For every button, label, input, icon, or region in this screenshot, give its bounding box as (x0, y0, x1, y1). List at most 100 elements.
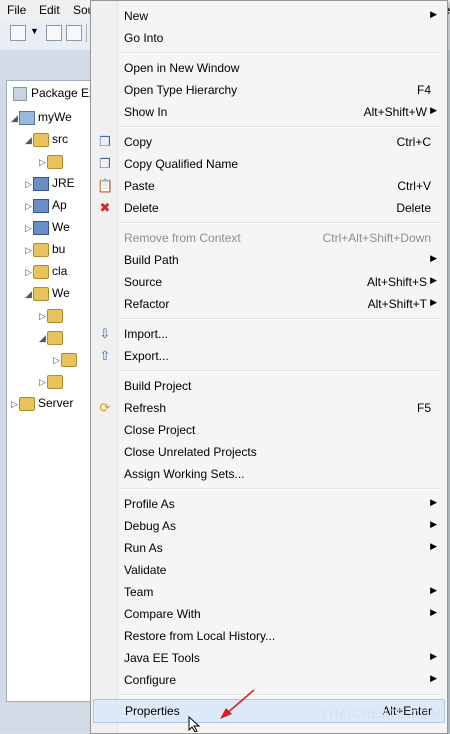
collapsed-arrow-icon[interactable]: ▷ (39, 372, 47, 392)
menu-item-validate[interactable]: Validate (93, 559, 443, 581)
menubar-item-edit[interactable]: Edit (39, 3, 60, 17)
menu-item-shortcut: Alt+Shift+W (363, 105, 427, 119)
menu-item-label: Assign Working Sets... (124, 467, 245, 481)
menu-item-copy-qualified-name[interactable]: ❐ Copy Qualified Name (93, 153, 443, 175)
copy-qualified-icon: ❐ (99, 156, 111, 171)
collapsed-arrow-icon[interactable]: ▷ (25, 218, 33, 238)
menu-item-label: Configure (124, 673, 177, 687)
menu-item-open-in-new-window[interactable]: Open in New Window (93, 57, 443, 79)
menu-item-label: Paste (124, 179, 155, 193)
tree-item-label: We (52, 286, 70, 300)
collapsed-arrow-icon[interactable]: ▷ (39, 306, 47, 326)
tree-item[interactable]: ▷ Ap (25, 195, 67, 215)
menu-separator (120, 370, 441, 372)
red-annotation-arrow-icon (220, 689, 255, 719)
expanded-arrow-icon[interactable]: ◢ (11, 108, 19, 128)
tree-item[interactable]: ▷ (39, 151, 66, 171)
menu-item-open-type-hierarchy[interactable]: Open Type Hierarchy F4 (93, 79, 443, 101)
expanded-arrow-icon[interactable]: ◢ (25, 130, 33, 150)
menu-item-label: Open Type Hierarchy (124, 83, 238, 97)
submenu-arrow-icon: ▶ (430, 607, 437, 617)
tree-item[interactable]: ▷ (39, 371, 66, 391)
menu-separator (120, 694, 441, 696)
expanded-arrow-icon[interactable]: ◢ (25, 284, 33, 304)
menu-item-close-project[interactable]: Close Project (93, 419, 443, 441)
tree-item-label: Server (38, 396, 74, 410)
menu-item-shortcut: Ctrl+Alt+Shift+Down (322, 231, 431, 245)
save-icon[interactable] (46, 25, 62, 41)
menu-item-remove-from-context: Remove from Context Ctrl+Alt+Shift+Down (93, 227, 443, 249)
package-explorer-tab-label: Package Ex (31, 86, 96, 100)
tree-item-label: We (52, 220, 70, 234)
menu-item-shortcut: F5 (416, 401, 431, 415)
project-icon (19, 110, 35, 125)
tree-item[interactable]: ▷ JRE (25, 173, 75, 193)
refresh-icon: ⟳ (99, 400, 111, 415)
menu-item-label: Refresh (124, 401, 167, 415)
menu-item-close-unrelated-projects[interactable]: Close Unrelated Projects (93, 441, 443, 463)
collapsed-arrow-icon[interactable]: ▷ (39, 152, 47, 172)
menu-item-go-into[interactable]: Go Into (93, 27, 443, 49)
menu-item-new[interactable]: New ▶ (93, 5, 443, 27)
menu-item-team[interactable]: Team ▶ (93, 581, 443, 603)
collapsed-arrow-icon[interactable]: ▷ (11, 394, 19, 414)
menu-item-run-as[interactable]: Run As ▶ (93, 537, 443, 559)
menu-item-label: Go Into (124, 31, 164, 45)
folder-icon (47, 308, 63, 323)
tree-item[interactable]: ▷ cla (25, 261, 67, 281)
menu-item-java-ee-tools[interactable]: Java EE Tools ▶ (93, 647, 443, 669)
tree-item[interactable]: ▷ bu (25, 239, 65, 259)
file-icon (61, 352, 77, 367)
menu-item-label: Close Unrelated Projects (124, 445, 257, 459)
menu-item-label: Copy Qualified Name (124, 157, 239, 171)
menu-item-build-path[interactable]: Build Path ▶ (93, 249, 443, 271)
menu-item-label: New (124, 9, 149, 23)
tree-item[interactable]: ▷ Server (11, 393, 73, 413)
collapsed-arrow-icon[interactable]: ▷ (25, 262, 33, 282)
package-explorer-icon (13, 87, 27, 101)
menu-item-import[interactable]: ⇩ Import... (93, 323, 443, 345)
menu-item-copy[interactable]: ❐ Copy Ctrl+C (93, 131, 443, 153)
new-wizard-icon[interactable] (10, 25, 26, 41)
menubar-item-file[interactable]: File (7, 3, 26, 17)
tree-item[interactable]: ▷ (53, 349, 80, 369)
collapsed-arrow-icon[interactable]: ▷ (53, 350, 61, 370)
tree-item[interactable]: ▷ We (25, 217, 70, 237)
menu-item-source[interactable]: Source Alt+Shift+S ▶ (93, 271, 443, 293)
tree-item[interactable]: ◢ (39, 327, 66, 347)
collapsed-arrow-icon[interactable]: ▷ (25, 240, 33, 260)
menu-item-compare-with[interactable]: Compare With ▶ (93, 603, 443, 625)
tree-item[interactable]: ◢ src (25, 129, 68, 149)
collapsed-arrow-icon[interactable]: ▷ (25, 174, 33, 194)
menu-item-restore-from-local-history[interactable]: Restore from Local History... (93, 625, 443, 647)
package-icon (47, 154, 63, 169)
menu-item-paste[interactable]: 📋 Paste Ctrl+V (93, 175, 443, 197)
menu-item-assign-working-sets[interactable]: Assign Working Sets... (93, 463, 443, 485)
menu-item-show-in[interactable]: Show In Alt+Shift+W ▶ (93, 101, 443, 123)
save-all-icon[interactable] (66, 25, 82, 41)
menu-item-debug-as[interactable]: Debug As ▶ (93, 515, 443, 537)
submenu-arrow-icon: ▶ (430, 497, 437, 507)
context-menu: New ▶ Go Into Open in New Window Open Type H… (90, 0, 448, 734)
menu-separator (120, 126, 441, 128)
menu-item-configure[interactable]: Configure ▶ (93, 669, 443, 691)
menu-item-shortcut: Delete (396, 201, 431, 215)
dropdown-arrow-icon[interactable]: ▼ (30, 26, 39, 36)
collapsed-arrow-icon[interactable]: ▷ (25, 196, 33, 216)
menu-item-export[interactable]: ⇧ Export... (93, 345, 443, 367)
tree-item[interactable]: ◢ We (25, 283, 70, 303)
menu-item-refresh[interactable]: ⟳ Refresh F5 (93, 397, 443, 419)
tree-item[interactable]: ▷ (39, 305, 66, 325)
tree-item-label: JRE (52, 176, 75, 190)
tree-item[interactable]: ◢ myWe (11, 107, 72, 127)
submenu-arrow-icon: ▶ (430, 275, 437, 285)
menu-item-profile-as[interactable]: Profile As ▶ (93, 493, 443, 515)
menu-item-label: Remove from Context (124, 231, 241, 245)
expanded-arrow-icon[interactable]: ◢ (39, 328, 47, 348)
menu-item-refactor[interactable]: Refactor Alt+Shift+T ▶ (93, 293, 443, 315)
menu-item-build-project[interactable]: Build Project (93, 375, 443, 397)
menu-separator (120, 52, 441, 54)
menu-item-label: Compare With (124, 607, 201, 621)
submenu-arrow-icon: ▶ (430, 297, 437, 307)
menu-item-delete[interactable]: ✖ Delete Delete (93, 197, 443, 219)
